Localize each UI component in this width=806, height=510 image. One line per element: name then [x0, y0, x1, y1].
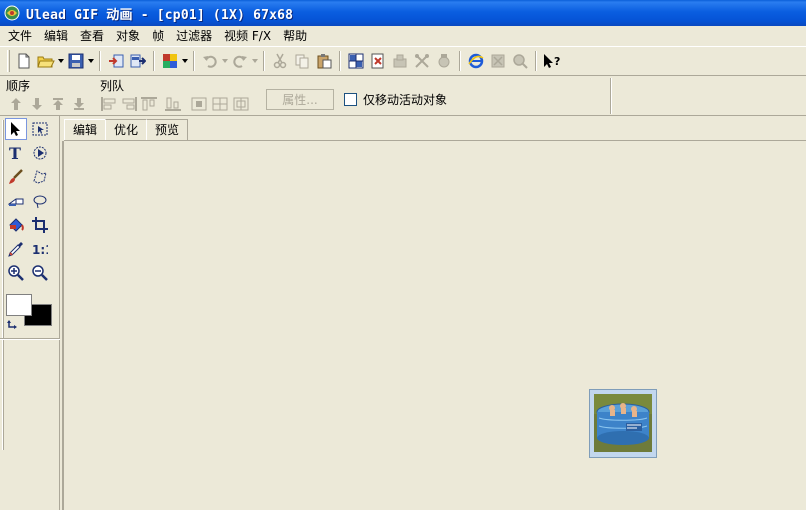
frame-grid-icon[interactable] [345, 50, 367, 72]
fill-bucket-icon[interactable] [5, 214, 27, 236]
center-horizontal-icon[interactable] [190, 95, 208, 113]
foreground-color-swatch[interactable] [6, 294, 32, 316]
undo-dropdown-icon[interactable] [221, 50, 229, 72]
stamp-icon[interactable] [389, 50, 411, 72]
swap-colors-icon[interactable] [7, 319, 19, 331]
toolbar-separator [153, 51, 155, 71]
menu-video-fx[interactable]: 视频 F/X [218, 27, 277, 45]
paintbrush-icon[interactable] [5, 166, 27, 188]
main-toolbar: ? [0, 46, 806, 76]
view-tabs: 编辑 优化 预览 [64, 119, 189, 141]
menu-object[interactable]: 对象 [110, 27, 146, 45]
align-bottom-icon[interactable] [164, 95, 182, 113]
edit-workspace[interactable] [62, 141, 806, 510]
actual-size-icon[interactable]: 1:1 [29, 238, 51, 260]
open-dropdown-icon[interactable] [57, 50, 65, 72]
move-active-only-label: 仅移动活动对象 [363, 93, 448, 107]
copy-icon[interactable] [291, 50, 313, 72]
toolbar-separator [99, 51, 101, 71]
toolbar-separator [459, 51, 461, 71]
svg-text:T: T [9, 145, 21, 161]
undo-icon[interactable] [199, 50, 221, 72]
tab-optimize[interactable]: 优化 [105, 119, 148, 140]
help-cursor-icon[interactable]: ? [541, 50, 563, 72]
move-active-only-checkbox[interactable] [344, 93, 357, 106]
toolbar-separator [339, 51, 341, 71]
refresh-icon[interactable] [433, 50, 455, 72]
menu-edit[interactable]: 编辑 [38, 27, 74, 45]
svg-text:1:1: 1:1 [32, 243, 48, 257]
queue-label: 列队 [100, 79, 125, 93]
object-toolbar: 顺序 列队 属性... 仅移动活动对象 [0, 76, 806, 116]
tab-edit[interactable]: 编辑 [64, 119, 107, 141]
center-both-icon[interactable] [232, 95, 250, 113]
ie-preview-icon[interactable] [465, 50, 487, 72]
pick-arrow-icon[interactable] [5, 118, 27, 140]
oval-lasso-icon[interactable] [29, 190, 51, 212]
marquee-icon[interactable] [29, 118, 51, 140]
lasso-icon[interactable] [29, 166, 51, 188]
image-object-thumbnail[interactable] [589, 389, 657, 458]
properties-button[interactable]: 属性... [266, 89, 334, 110]
align-right-icon[interactable] [120, 95, 138, 113]
tool-panel: T 1:1 [0, 116, 60, 510]
menu-filter[interactable]: 过滤器 [170, 27, 218, 45]
open-folder-icon[interactable] [35, 50, 57, 72]
text-icon[interactable]: T [5, 142, 27, 164]
palette-dropdown-icon[interactable] [181, 50, 189, 72]
ulead-app-icon[interactable] [4, 5, 20, 21]
new-file-icon[interactable] [13, 50, 35, 72]
toolbar-separator [193, 51, 195, 71]
order-label: 顺序 [6, 79, 31, 93]
toolbar-separator [263, 51, 265, 71]
zoom-in-icon[interactable] [5, 262, 27, 284]
crop-icon[interactable] [411, 50, 433, 72]
redo-icon[interactable] [229, 50, 251, 72]
title-bar[interactable]: Ulead GIF 动画 - [cp01] (1X) 67x68 [0, 0, 806, 26]
object-toolbar-divider [610, 78, 612, 114]
move-active-only-option[interactable]: 仅移动活动对象 [344, 91, 447, 108]
save-icon[interactable] [65, 50, 87, 72]
tab-preview[interactable]: 预览 [146, 119, 189, 140]
eraser-icon[interactable] [5, 190, 27, 212]
toolbar-separator [535, 51, 537, 71]
tool-panel-divider [0, 338, 60, 340]
align-left-icon[interactable] [100, 95, 118, 113]
tool-panel-grip[interactable] [2, 120, 4, 450]
center-vertical-icon[interactable] [211, 95, 229, 113]
zoom-out-icon[interactable] [29, 262, 51, 284]
crop-tool-icon[interactable] [29, 214, 51, 236]
cut-icon[interactable] [269, 50, 291, 72]
align-top-icon[interactable] [140, 95, 158, 113]
svg-text:?: ? [554, 55, 560, 68]
export-frames-icon[interactable] [127, 50, 149, 72]
move-down-icon[interactable] [28, 95, 46, 113]
tween-icon[interactable] [367, 50, 389, 72]
import-icon[interactable] [105, 50, 127, 72]
color-palette-icon[interactable] [159, 50, 181, 72]
move-to-bottom-icon[interactable] [70, 95, 88, 113]
transform-icon[interactable] [29, 142, 51, 164]
zoom-icon[interactable] [509, 50, 531, 72]
menu-frame[interactable]: 帧 [146, 27, 170, 45]
paste-icon[interactable] [313, 50, 335, 72]
menu-bar: 文件 编辑 查看 对象 帧 过滤器 视频 F/X 帮助 [0, 26, 806, 46]
pool-image [590, 390, 656, 457]
menu-view[interactable]: 查看 [74, 27, 110, 45]
disabled-icon[interactable] [487, 50, 509, 72]
toolbar-grip[interactable] [7, 50, 10, 72]
menu-help[interactable]: 帮助 [277, 27, 313, 45]
redo-dropdown-icon[interactable] [251, 50, 259, 72]
menu-file[interactable]: 文件 [2, 27, 38, 45]
save-dropdown-icon[interactable] [87, 50, 95, 72]
window-title: Ulead GIF 动画 - [cp01] (1X) 67x68 [26, 7, 294, 23]
eyedropper-icon[interactable] [5, 238, 27, 260]
move-up-icon[interactable] [7, 95, 25, 113]
move-to-top-icon[interactable] [49, 95, 67, 113]
